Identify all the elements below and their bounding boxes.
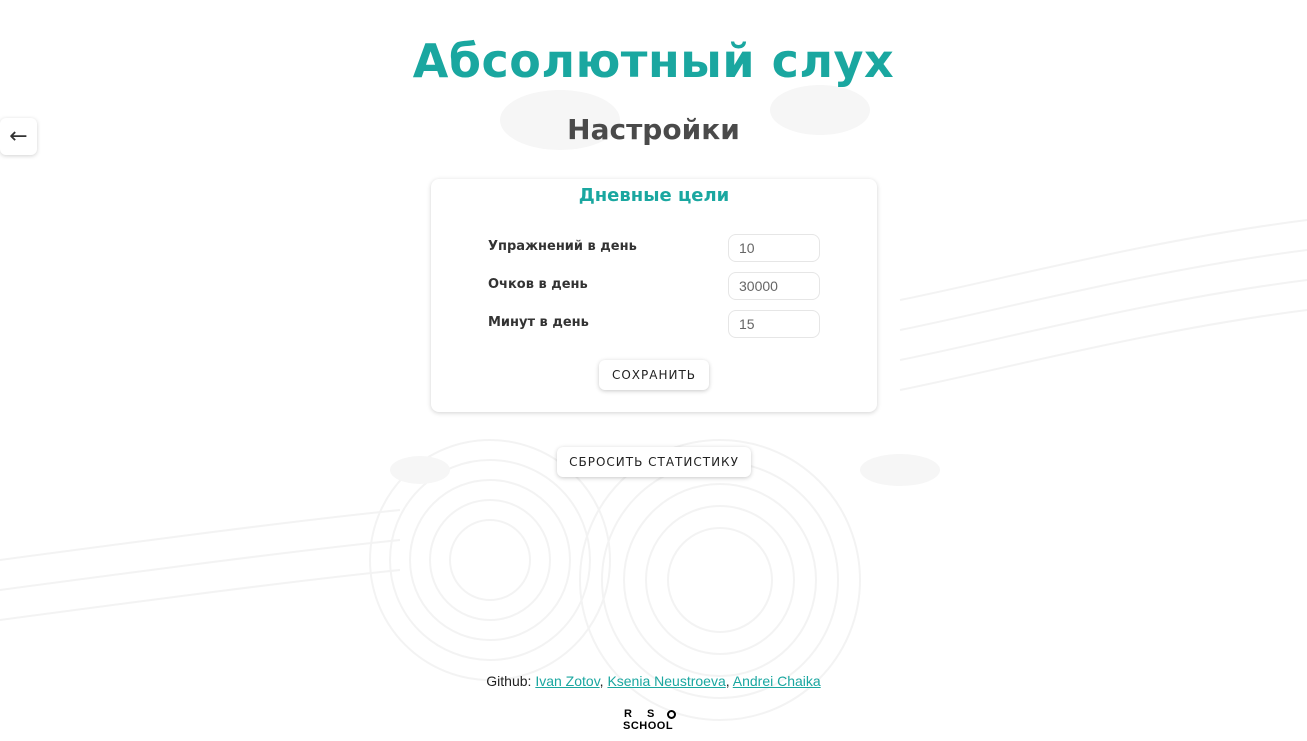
logo-line-1: RS xyxy=(624,708,670,720)
daily-goals-card: Дневные цели Упражнений в день Очков в д… xyxy=(431,179,877,412)
separator: , xyxy=(725,673,733,689)
rs-school-logo[interactable]: RS SCHOOL xyxy=(623,708,685,734)
github-prefix: Github: xyxy=(486,673,536,689)
points-per-day-input[interactable] xyxy=(728,272,820,300)
page: ← Абсолютный слух Настройки Дневные цели… xyxy=(0,0,1307,741)
footer-credits: Github: Ivan Zotov, Ksenia Neustroeva, A… xyxy=(0,673,1307,689)
author-link-andrei-chaika[interactable]: Andrei Chaika xyxy=(733,673,821,689)
daily-goals-title: Дневные цели xyxy=(578,185,730,206)
exercises-per-day-label: Упражнений в день xyxy=(488,239,637,254)
points-per-day-label: Очков в день xyxy=(488,277,588,292)
save-button[interactable]: СОХРАНИТЬ xyxy=(599,360,709,390)
logo-dot-icon xyxy=(667,710,676,719)
author-link-ivan-zotov[interactable]: Ivan Zotov xyxy=(535,673,599,689)
page-title: Настройки xyxy=(567,113,740,146)
reset-statistics-button[interactable]: СБРОСИТЬ СТАТИСТИКУ xyxy=(557,447,751,477)
minutes-per-day-input[interactable] xyxy=(728,310,820,338)
logo-line-2: SCHOOL xyxy=(623,720,674,732)
author-link-ksenia-neustroeva[interactable]: Ksenia Neustroeva xyxy=(607,673,725,689)
minutes-per-day-label: Минут в день xyxy=(488,315,589,330)
exercises-per-day-input[interactable] xyxy=(728,234,820,262)
app-title: Абсолютный слух xyxy=(412,34,895,88)
